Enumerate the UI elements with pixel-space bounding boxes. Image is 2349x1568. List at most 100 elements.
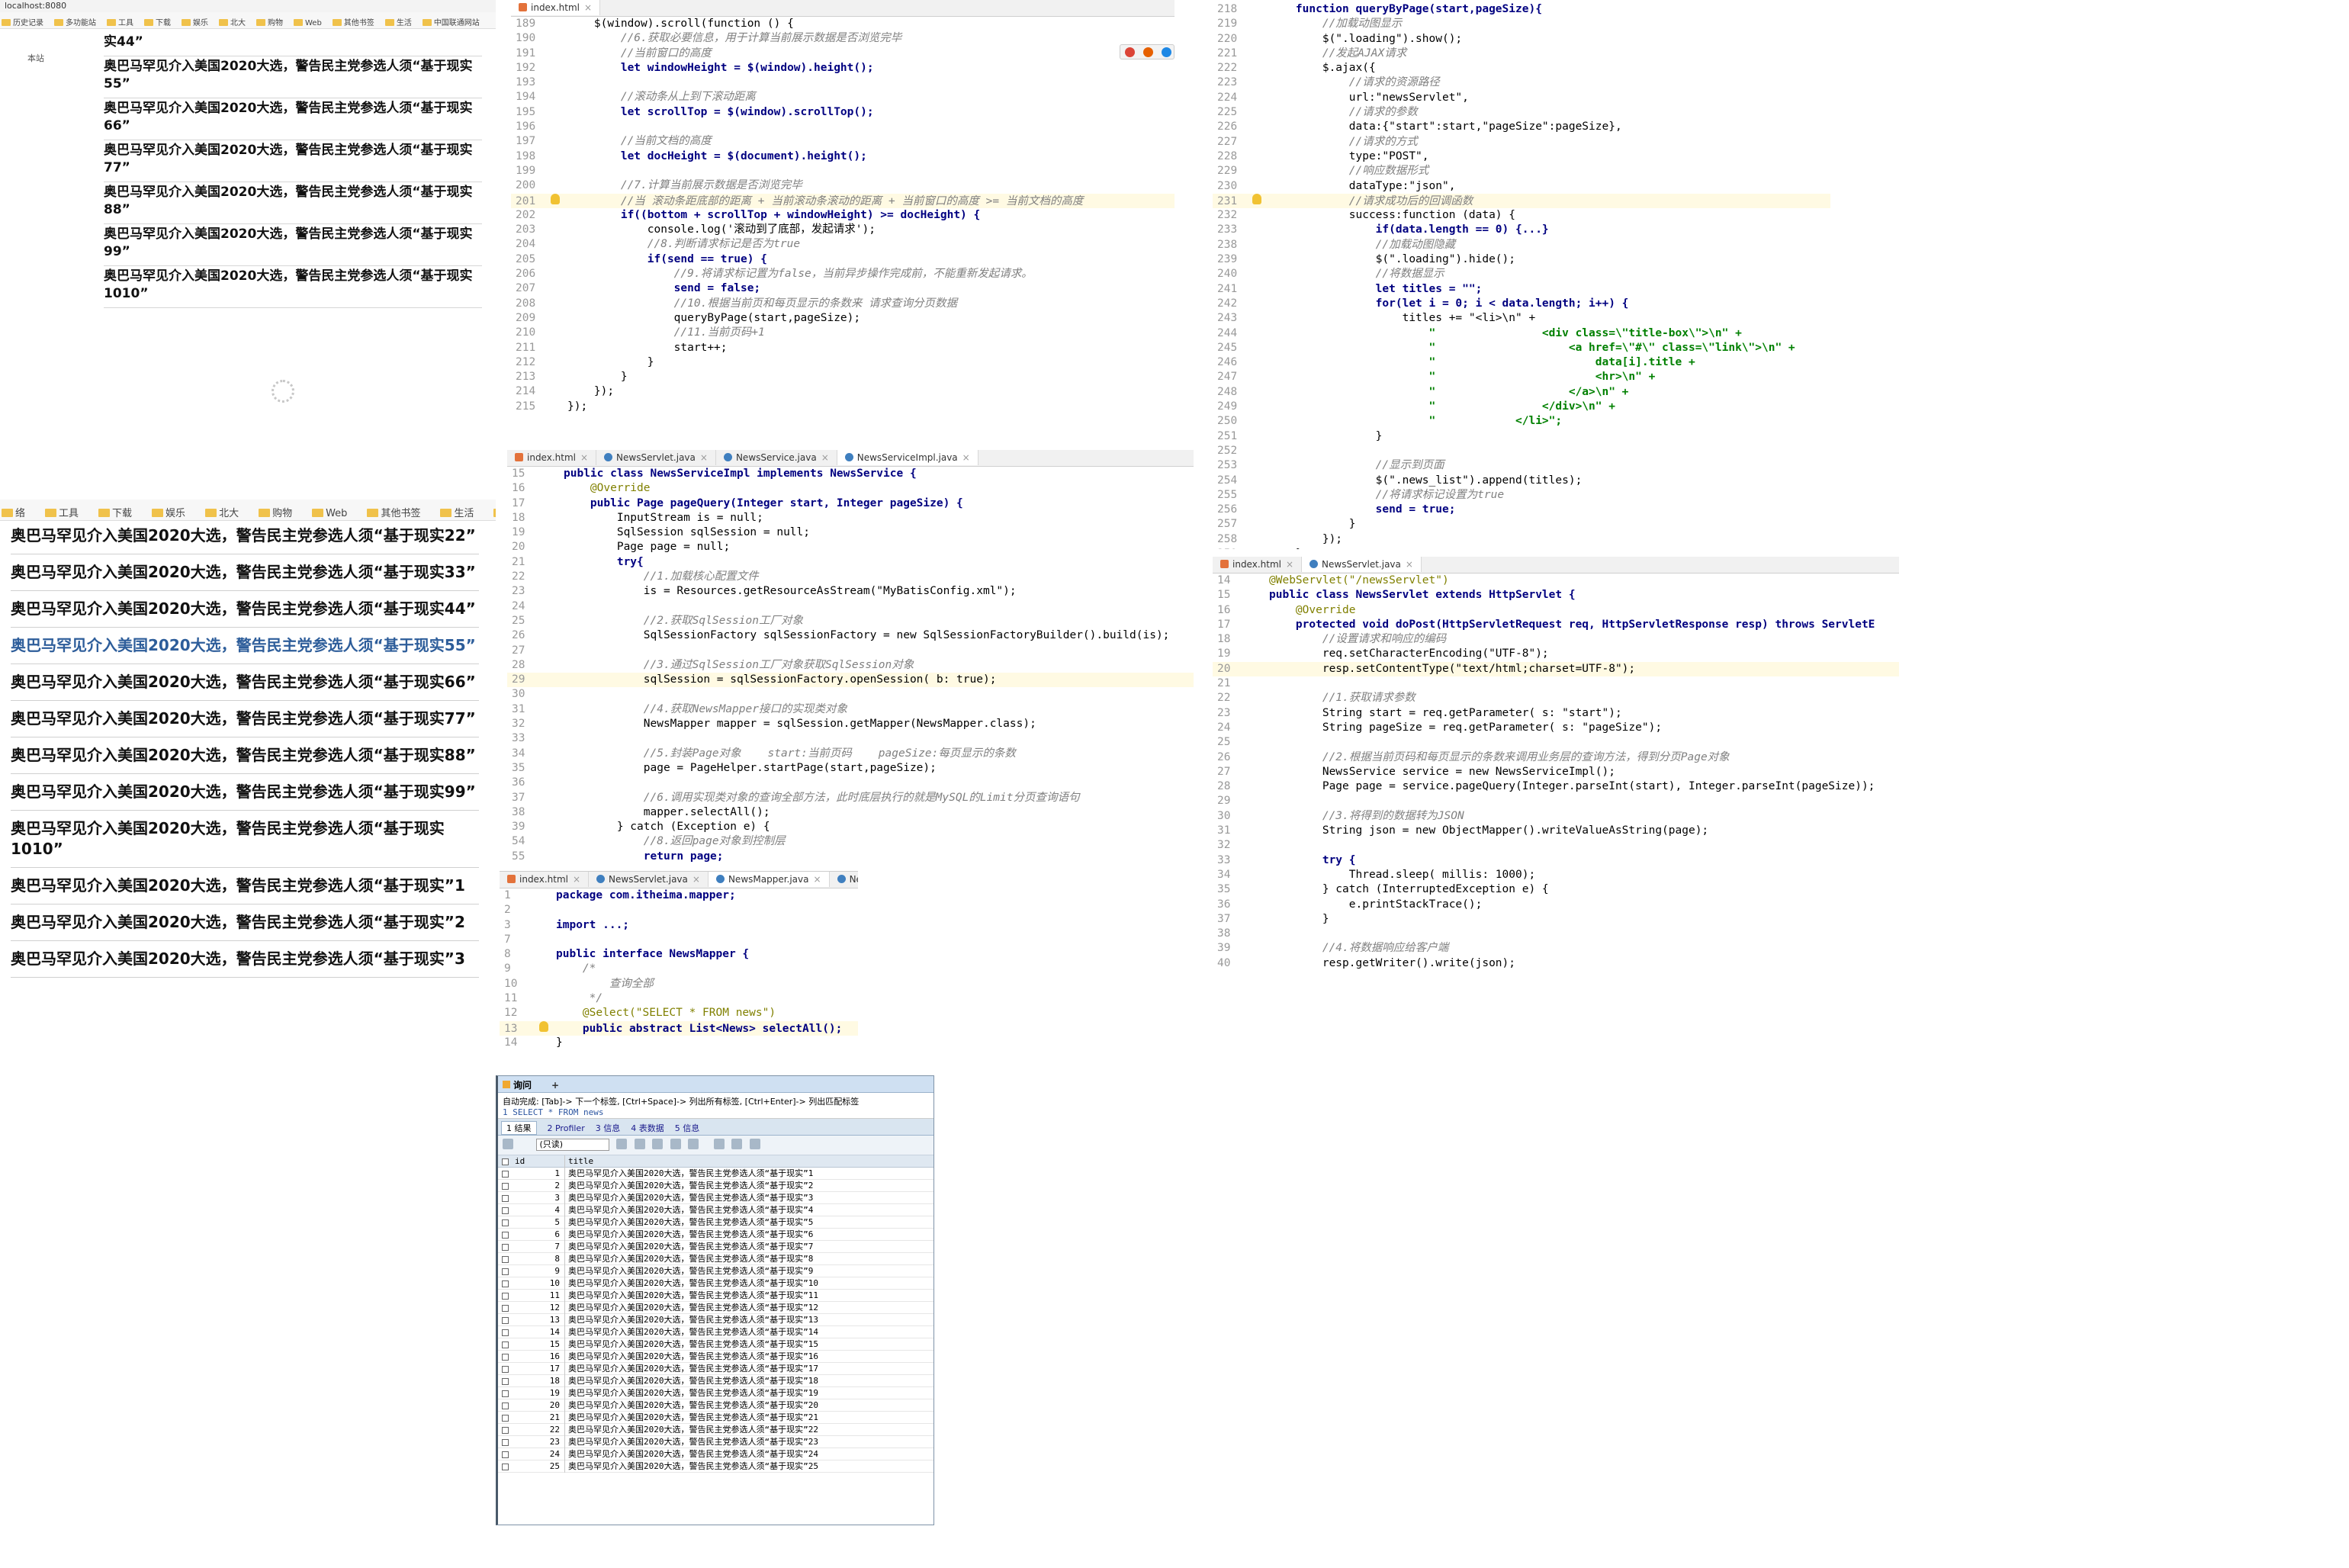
result-tab[interactable]: 5 信息 <box>675 1122 700 1134</box>
news-item-link[interactable]: 奥巴马罕见介入美国2020大选，警告民主党参选人须“基于现实88” <box>11 737 479 774</box>
table-row[interactable]: 22 奥巴马罕见介入美国2020大选，警告民主党参选人须“基于现实”22 <box>498 1424 933 1436</box>
checkbox-icon[interactable] <box>501 1438 509 1446</box>
row-checkbox[interactable] <box>498 1412 512 1424</box>
checkbox-icon[interactable] <box>501 1341 509 1348</box>
news-item-link[interactable]: 奥巴马罕见介入美国2020大选，警告民主党参选人须“基于现实1010” <box>104 266 482 308</box>
result-tab[interactable]: 2 Profiler <box>548 1123 585 1133</box>
checkbox-icon[interactable] <box>501 1414 509 1422</box>
table-row[interactable]: 8 奥巴马罕见介入美国2020大选，警告民主党参选人须“基于现实”8 <box>498 1253 933 1265</box>
checkbox-icon[interactable] <box>501 1426 509 1434</box>
mode-select[interactable]: (只读) <box>535 1139 609 1151</box>
editor-tab[interactable]: index.html × <box>1213 557 1303 572</box>
row-checkbox[interactable] <box>498 1265 512 1277</box>
row-checkbox[interactable] <box>498 1387 512 1399</box>
row-checkbox[interactable] <box>498 1351 512 1363</box>
close-tab-icon[interactable]: × <box>1286 559 1293 570</box>
checkbox-icon[interactable] <box>501 1170 509 1178</box>
row-checkbox[interactable] <box>498 1168 512 1180</box>
table-row[interactable]: 19 奥巴马罕见介入美国2020大选，警告民主党参选人须“基于现实”19 <box>498 1387 933 1399</box>
table-row[interactable]: 24 奥巴马罕见介入美国2020大选，警告民主党参选人须“基于现实”24 <box>498 1448 933 1460</box>
table-row[interactable]: 6 奥巴马罕见介入美国2020大选，警告民主党参选人须“基于现实”6 <box>498 1229 933 1241</box>
news-item-link[interactable]: 奥巴马罕见介入美国2020大选，警告民主党参选人须“基于现实55” <box>11 628 479 664</box>
table-row[interactable]: 1 奥巴马罕见介入美国2020大选，警告民主党参选人须“基于现实”1 <box>498 1168 933 1180</box>
safari-icon[interactable] <box>1162 47 1172 57</box>
news-item-link[interactable]: 奥巴马罕见介入美国2020大选，警告民主党参选人须“基于现实99” <box>104 224 482 266</box>
save-icon[interactable] <box>652 1139 663 1149</box>
add-tab-icon[interactable]: + <box>551 1080 559 1091</box>
table-row[interactable]: 4 奥巴马罕见介入美国2020大选，警告民主党参选人须“基于现实”4 <box>498 1204 933 1216</box>
result-tab[interactable]: 1 结果 <box>501 1121 537 1135</box>
code-area[interactable]: 15 public class NewsServiceImpl implement… <box>507 467 1194 864</box>
checkbox-icon[interactable] <box>501 1292 509 1300</box>
address-bar[interactable]: localhost:8080 <box>0 0 496 12</box>
code-area[interactable]: 218 function queryByPage(start,pageSize)… <box>1213 0 1830 549</box>
row-checkbox[interactable] <box>498 1314 512 1326</box>
browser-preview-icons[interactable] <box>1120 44 1174 59</box>
news-item-link[interactable]: 奥巴马罕见介入美国2020大选，警告民主党参选人须“基于现实77” <box>11 701 479 737</box>
checkbox-icon[interactable] <box>501 1390 509 1397</box>
row-checkbox[interactable] <box>498 1448 512 1460</box>
checkbox-icon[interactable] <box>501 1280 509 1287</box>
news-item-link[interactable]: 奥巴马罕见介入美国2020大选，警告民主党参选人须“基于现实77” <box>104 140 482 182</box>
close-tab-icon[interactable]: × <box>692 874 700 885</box>
row-checkbox[interactable] <box>498 1302 512 1314</box>
news-item-link[interactable]: 奥巴马罕见介入美国2020大选，警告民主党参选人须“基于现实55” <box>104 56 482 98</box>
row-checkbox[interactable] <box>498 1424 512 1436</box>
table-row[interactable]: 9 奥巴马罕见介入美国2020大选，警告民主党参选人须“基于现实”9 <box>498 1265 933 1277</box>
chrome-icon[interactable] <box>1125 47 1135 57</box>
news-item-link[interactable]: 奥巴马罕见介入美国2020大选，警告民主党参选人须“基于现实1010” <box>11 811 479 868</box>
column-header-title[interactable]: title <box>565 1155 593 1168</box>
row-checkbox[interactable] <box>498 1253 512 1265</box>
table-row[interactable]: 25 奥巴马罕见介入美国2020大选，警告民主党参选人须“基于现实”25 <box>498 1460 933 1473</box>
checkbox-icon[interactable] <box>501 1231 509 1239</box>
table-row[interactable]: 17 奥巴马罕见介入美国2020大选，警告民主党参选人须“基于现实”17 <box>498 1363 933 1375</box>
firefox-icon[interactable] <box>1143 47 1154 57</box>
checkbox-icon[interactable] <box>501 1316 509 1324</box>
row-checkbox[interactable] <box>498 1192 512 1204</box>
checkbox-icon[interactable] <box>501 1158 509 1165</box>
editor-tab[interactable]: New× <box>830 872 858 887</box>
row-checkbox[interactable] <box>498 1375 512 1387</box>
table-row[interactable]: 5 奥巴马罕见介入美国2020大选，警告民主党参选人须“基于现实”5 <box>498 1216 933 1229</box>
bookmark-item[interactable]: 工具 <box>107 16 133 27</box>
news-item-link[interactable]: 奥巴马罕见介入美国2020大选，警告民主党参选人须“基于现实66” <box>11 664 479 701</box>
result-grid[interactable]: id title 1 奥巴马罕见介入美国2020大选，警告民主党参选人须“基于现实”1… <box>498 1155 933 1473</box>
editor-tab[interactable]: index.html × <box>511 0 601 15</box>
row-checkbox[interactable] <box>498 1338 512 1351</box>
row-checkbox[interactable] <box>498 1204 512 1216</box>
table-row[interactable]: 13 奥巴马罕见介入美国2020大选，警告民主党参选人须“基于现实”13 <box>498 1314 933 1326</box>
refresh-icon[interactable] <box>616 1139 627 1149</box>
table-row[interactable]: 10 奥巴马罕见介入美国2020大选，警告民主党参选人须“基于现实”10 <box>498 1277 933 1290</box>
editor-tab[interactable]: NewsServlet.java × <box>589 872 709 887</box>
checkbox-icon[interactable] <box>501 1365 509 1373</box>
editor-tab[interactable]: NewsMapper.java × <box>708 872 830 887</box>
sql-editor[interactable]: 自动完成: [Tab]-> 下一个标签, [Ctrl+Space]-> 列出所有… <box>498 1093 933 1119</box>
table-row[interactable]: 11 奥巴马罕见介入美国2020大选，警告民主党参选人须“基于现实”11 <box>498 1290 933 1302</box>
code-area[interactable]: 189 $(window).scroll(function () {190 //… <box>511 17 1174 414</box>
insert-icon[interactable] <box>634 1139 645 1149</box>
table-row[interactable]: 15 奥巴马罕见介入美国2020大选，警告民主党参选人须“基于现实”15 <box>498 1338 933 1351</box>
row-checkbox[interactable] <box>498 1180 512 1192</box>
checkbox-icon[interactable] <box>501 1219 509 1226</box>
code-area[interactable]: 1 package com.itheima.mapper; 2 3 import ...… <box>500 888 858 1050</box>
reset-icon[interactable] <box>688 1139 699 1149</box>
bookmark-item[interactable]: 其他书签 <box>332 16 374 27</box>
news-item-link[interactable]: 奥巴马罕见介入美国2020大选，警告民主党参选人须“基于现实22” <box>11 518 479 554</box>
news-item-link[interactable]: 奥巴马罕见介入美国2020大选，警告民主党参选人须“基于现实44” <box>11 591 479 628</box>
checkbox-icon[interactable] <box>501 1255 509 1263</box>
row-checkbox[interactable] <box>498 1216 512 1229</box>
delete-icon[interactable] <box>670 1139 681 1149</box>
bookmark-item[interactable]: 生活 <box>384 16 412 27</box>
checkbox-icon[interactable] <box>501 1207 509 1214</box>
editor-tab[interactable]: index.html × <box>507 450 597 465</box>
news-item-link[interactable]: 实44” <box>104 32 482 56</box>
news-item-link[interactable]: 奥巴马罕见介入美国2020大选，警告民主党参选人须“基于现实33” <box>11 554 479 591</box>
text-view-icon[interactable] <box>749 1139 760 1149</box>
checkbox-icon[interactable] <box>501 1182 509 1190</box>
checkbox-icon[interactable] <box>501 1463 509 1470</box>
editor-tab[interactable]: NewsService.java × <box>716 450 837 465</box>
row-checkbox[interactable] <box>498 1290 512 1302</box>
code-area[interactable]: 14 @WebServlet("/newsServlet") 15 public cl… <box>1213 574 1899 971</box>
row-checkbox[interactable] <box>498 1460 512 1473</box>
row-checkbox[interactable] <box>498 1241 512 1253</box>
